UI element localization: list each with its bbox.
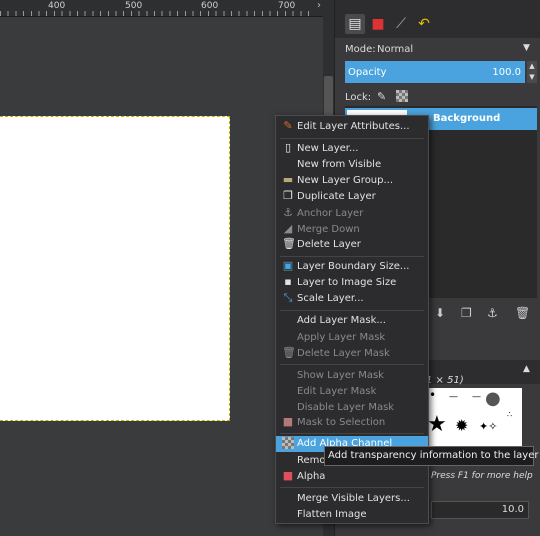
image-size-icon: ▪ xyxy=(284,275,292,288)
opacity-spinner[interactable]: ▲ ▼ xyxy=(527,61,537,83)
merge-down-icon: ◢ xyxy=(283,222,293,235)
spacing-value[interactable]: 10.0 xyxy=(502,504,524,515)
chevron-right-icon: › xyxy=(317,0,321,11)
lower-layer-icon[interactable]: ⬇ xyxy=(435,306,445,320)
navigate-button[interactable]: › xyxy=(314,0,334,16)
layer-name[interactable]: Background xyxy=(433,113,500,124)
brush-star-icon[interactable]: ★ xyxy=(427,412,447,437)
opacity-label: Opacity xyxy=(348,67,387,78)
lock-alpha-icon[interactable] xyxy=(396,90,408,102)
alpha-selection-icon: ■ xyxy=(282,469,294,482)
menu-layer-boundary-size[interactable]: ▣ Layer Boundary Size... xyxy=(276,259,428,275)
tooltip: Add transparency information to the laye… xyxy=(324,446,539,466)
ruler-tick: 700 xyxy=(278,1,296,11)
horizontal-ruler: 400 500 600 700 xyxy=(0,0,334,17)
brush-line-icon[interactable]: — xyxy=(472,392,481,402)
anchor-icon: ⚓ xyxy=(283,206,293,219)
anchor-layer-icon[interactable]: ⚓ xyxy=(487,306,498,320)
delete-layer-icon[interactable]: 🗑 xyxy=(515,306,530,320)
menu-separator xyxy=(280,364,424,365)
brush-fuzzy-icon[interactable]: ● xyxy=(485,388,501,409)
menu-delete-layer[interactable]: 🗑 Delete Layer xyxy=(276,237,428,253)
opacity-slider[interactable]: Opacity 100.0 xyxy=(345,61,525,83)
ruler-tick: 500 xyxy=(125,1,143,11)
trash-icon: 🗑 xyxy=(282,346,296,359)
menu-edit-layer-attributes[interactable]: ✎ Edit Layer Attributes... xyxy=(276,119,428,135)
menu-alpha-to-selection[interactable]: ■ Alpha xyxy=(276,469,428,485)
menu-duplicate-layer[interactable]: ❐ Duplicate Layer xyxy=(276,189,428,205)
dock-tabs: ▤ ■ ⟋ ↶ xyxy=(335,0,540,38)
menu-scale-layer[interactable]: ⤡ Scale Layer... xyxy=(276,291,428,307)
menu-show-layer-mask[interactable]: Show Layer Mask xyxy=(276,368,428,384)
ruler-tick: 600 xyxy=(201,1,219,11)
menu-separator xyxy=(280,487,424,488)
new-page-icon: ▯ xyxy=(284,141,292,154)
undo-history-tab-icon[interactable]: ↶ xyxy=(414,14,434,34)
edit-icon: ✎ xyxy=(283,119,293,132)
trash-icon: 🗑 xyxy=(282,237,296,250)
opacity-value[interactable]: 100.0 xyxy=(492,67,521,78)
ruler-marks xyxy=(0,11,334,16)
menu-add-layer-mask[interactable]: Add Layer Mask... xyxy=(276,313,428,329)
menu-new-from-visible[interactable]: New from Visible xyxy=(276,157,428,173)
brushes-grid[interactable]: • — — ● ★ ✹ ✦✧ ∴ xyxy=(427,388,522,446)
help-hint: Press F1 for more help xyxy=(431,471,533,481)
boundary-icon: ▣ xyxy=(282,259,294,272)
lock-label: Lock: xyxy=(345,92,372,103)
mode-select[interactable]: Mode: Normal ▼ xyxy=(335,40,540,58)
spacing-field[interactable]: 10.0 xyxy=(431,501,529,519)
menu-delete-layer-mask[interactable]: 🗑 Delete Layer Mask xyxy=(276,346,428,362)
menu-layer-to-image-size[interactable]: ▪ Layer to Image Size xyxy=(276,275,428,291)
menu-merge-down[interactable]: ◢ Merge Down xyxy=(276,222,428,238)
chevron-up-icon[interactable]: ▲ xyxy=(523,364,530,374)
menu-new-layer[interactable]: ▯ New Layer... xyxy=(276,141,428,157)
menu-apply-layer-mask[interactable]: Apply Layer Mask xyxy=(276,330,428,346)
mode-label: Mode: xyxy=(345,44,376,55)
brush-line-icon[interactable]: — xyxy=(449,392,458,402)
folder-icon: ▬ xyxy=(282,173,294,186)
brush-dot-icon[interactable]: • xyxy=(429,388,436,402)
ruler-tick: 400 xyxy=(48,1,66,11)
menu-merge-visible-layers[interactable]: Merge Visible Layers... xyxy=(276,491,428,507)
brush-splatter-icon[interactable]: ✹ xyxy=(455,416,468,435)
menu-disable-layer-mask[interactable]: Disable Layer Mask xyxy=(276,400,428,416)
menu-new-layer-group[interactable]: ▬ New Layer Group... xyxy=(276,173,428,189)
scale-icon: ⤡ xyxy=(283,291,293,304)
menu-separator xyxy=(280,138,424,139)
menu-edit-layer-mask[interactable]: Edit Layer Mask xyxy=(276,384,428,400)
brush-buttons xyxy=(335,524,540,536)
duplicate-icon: ❐ xyxy=(283,189,293,202)
menu-flatten-image[interactable]: Flatten Image xyxy=(276,507,428,523)
brush-size: 1 × 51) xyxy=(426,375,464,386)
brush-stars-icon[interactable]: ✦✧ xyxy=(479,420,497,433)
brush-dots-icon[interactable]: ∴ xyxy=(507,410,512,419)
paths-tab-icon[interactable]: ⟋ xyxy=(391,14,411,34)
lock-pixels-icon[interactable]: ✎ xyxy=(377,90,386,103)
mask-selection-icon: ■ xyxy=(282,415,294,428)
menu-separator xyxy=(280,256,424,257)
menu-separator xyxy=(280,433,424,434)
layers-tab-icon[interactable]: ▤ xyxy=(345,14,365,34)
menu-anchor-layer[interactable]: ⚓ Anchor Layer xyxy=(276,206,428,222)
menu-separator xyxy=(280,310,424,311)
duplicate-layer-icon[interactable]: ❐ xyxy=(461,306,472,320)
menu-mask-to-selection[interactable]: ■ Mask to Selection xyxy=(276,415,428,431)
alpha-icon xyxy=(282,437,294,449)
image-canvas[interactable] xyxy=(0,116,230,421)
channels-tab-icon[interactable]: ■ xyxy=(368,14,388,34)
chevron-down-icon[interactable]: ▼ xyxy=(523,43,530,53)
mode-value[interactable]: Normal xyxy=(377,44,413,55)
